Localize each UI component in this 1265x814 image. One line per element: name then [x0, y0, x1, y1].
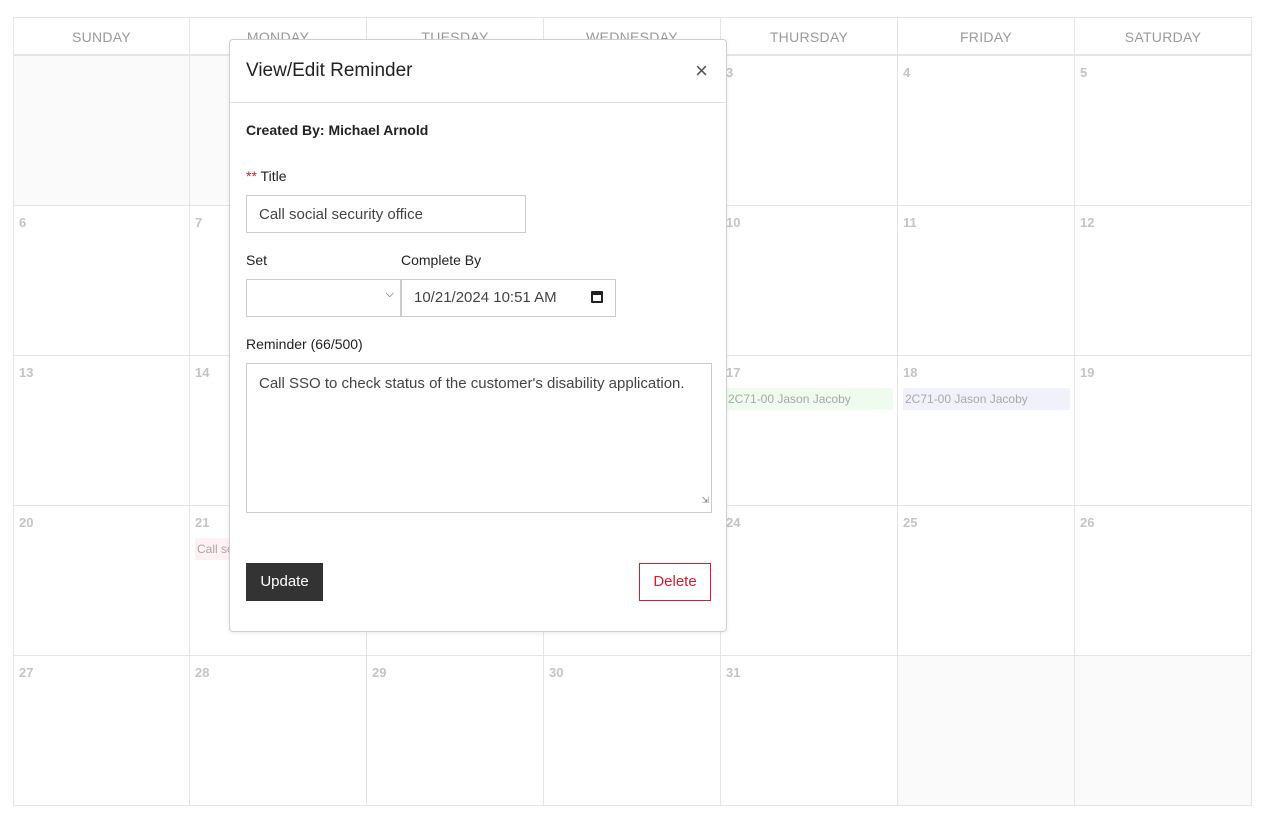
day-number: 10	[726, 215, 741, 230]
day-number: 18	[903, 365, 918, 380]
set-label: Set	[246, 252, 268, 268]
day-cell[interactable]: 20	[13, 505, 190, 656]
day-cell[interactable]: 29	[366, 655, 544, 806]
weekday-header: THURSDAY	[720, 17, 898, 55]
day-cell[interactable]: 11	[897, 205, 1075, 356]
day-cell[interactable]: 28	[189, 655, 367, 806]
complete-by-datetime-input[interactable]: 10/21/2024 10:51 AM	[401, 279, 616, 317]
day-number: 5	[1080, 65, 1088, 80]
update-button[interactable]: Update	[246, 563, 323, 601]
day-number: 28	[195, 665, 210, 680]
reminder-label: Reminder (66/500)	[246, 336, 363, 352]
day-number: 6	[19, 215, 27, 230]
day-cell[interactable]: 26	[1074, 505, 1252, 656]
day-number: 31	[726, 665, 741, 680]
day-cell[interactable]: 10	[720, 205, 898, 356]
created-by: Created By: Michael Arnold	[246, 122, 429, 138]
day-number: 26	[1080, 515, 1095, 530]
day-number: 13	[19, 365, 34, 380]
day-cell[interactable]: 13	[13, 355, 190, 506]
close-icon[interactable]: ×	[695, 58, 708, 84]
day-number: 12	[1080, 215, 1095, 230]
day-number: 20	[19, 515, 34, 530]
day-number: 11	[903, 215, 917, 230]
day-number: 19	[1080, 365, 1095, 380]
day-number: 14	[195, 365, 210, 380]
modal-title: View/Edit Reminder	[246, 60, 413, 81]
delete-button[interactable]: Delete	[639, 563, 711, 601]
title-label-text: Title	[260, 168, 287, 184]
complete-by-value: 10/21/2024 10:51 AM	[414, 289, 557, 306]
modal-header: View/Edit Reminder ×	[230, 40, 726, 103]
day-cell[interactable]: 17 2C71-00 Jason Jacoby	[720, 355, 898, 506]
title-input[interactable]	[246, 195, 526, 233]
day-number: 7	[195, 215, 203, 230]
day-cell[interactable]: 12	[1074, 205, 1252, 356]
reminder-textarea[interactable]: Call SSO to check status of the customer…	[246, 363, 712, 513]
day-number: 30	[549, 665, 564, 680]
calendar-event[interactable]: 2C71-00 Jason Jacoby	[903, 388, 1070, 410]
required-mark: **	[246, 168, 257, 184]
set-select[interactable]: ⌵	[246, 279, 401, 317]
resize-handle-icon[interactable]: ⇲	[701, 488, 709, 512]
day-cell[interactable]	[1074, 655, 1252, 806]
day-number: 21	[195, 515, 210, 530]
day-number: 29	[372, 665, 387, 680]
day-number: 25	[903, 515, 918, 530]
complete-by-label: Complete By	[401, 252, 482, 268]
chevron-down-icon: ⌵	[385, 288, 394, 300]
day-cell[interactable]: 5	[1074, 55, 1252, 206]
title-label: ** Title	[246, 168, 286, 184]
weekday-header: SUNDAY	[13, 17, 190, 55]
day-cell[interactable]: 25	[897, 505, 1075, 656]
view-edit-reminder-modal: View/Edit Reminder × Created By: Michael…	[229, 39, 727, 632]
reminder-text: Call SSO to check status of the customer…	[259, 375, 685, 392]
day-cell[interactable]: 30	[543, 655, 721, 806]
day-cell[interactable]: 31	[720, 655, 898, 806]
day-number: 3	[726, 65, 734, 80]
calendar-icon[interactable]	[591, 291, 603, 303]
day-cell[interactable]: 27	[13, 655, 190, 806]
day-cell[interactable]	[897, 655, 1075, 806]
day-cell[interactable]: 24	[720, 505, 898, 656]
weekday-header: FRIDAY	[897, 17, 1075, 55]
day-number: 17	[726, 365, 741, 380]
day-number: 4	[903, 65, 911, 80]
calendar-event[interactable]: 2C71-00 Jason Jacoby	[726, 388, 893, 410]
weekday-header: SATURDAY	[1074, 17, 1252, 55]
day-cell[interactable]: 3	[720, 55, 898, 206]
day-cell[interactable]: 18 2C71-00 Jason Jacoby	[897, 355, 1075, 506]
day-cell[interactable]: 19	[1074, 355, 1252, 506]
day-number: 27	[19, 665, 34, 680]
day-number: 24	[726, 515, 741, 530]
day-cell[interactable]	[13, 55, 190, 206]
day-cell[interactable]: 6	[13, 205, 190, 356]
day-cell[interactable]: 4	[897, 55, 1075, 206]
